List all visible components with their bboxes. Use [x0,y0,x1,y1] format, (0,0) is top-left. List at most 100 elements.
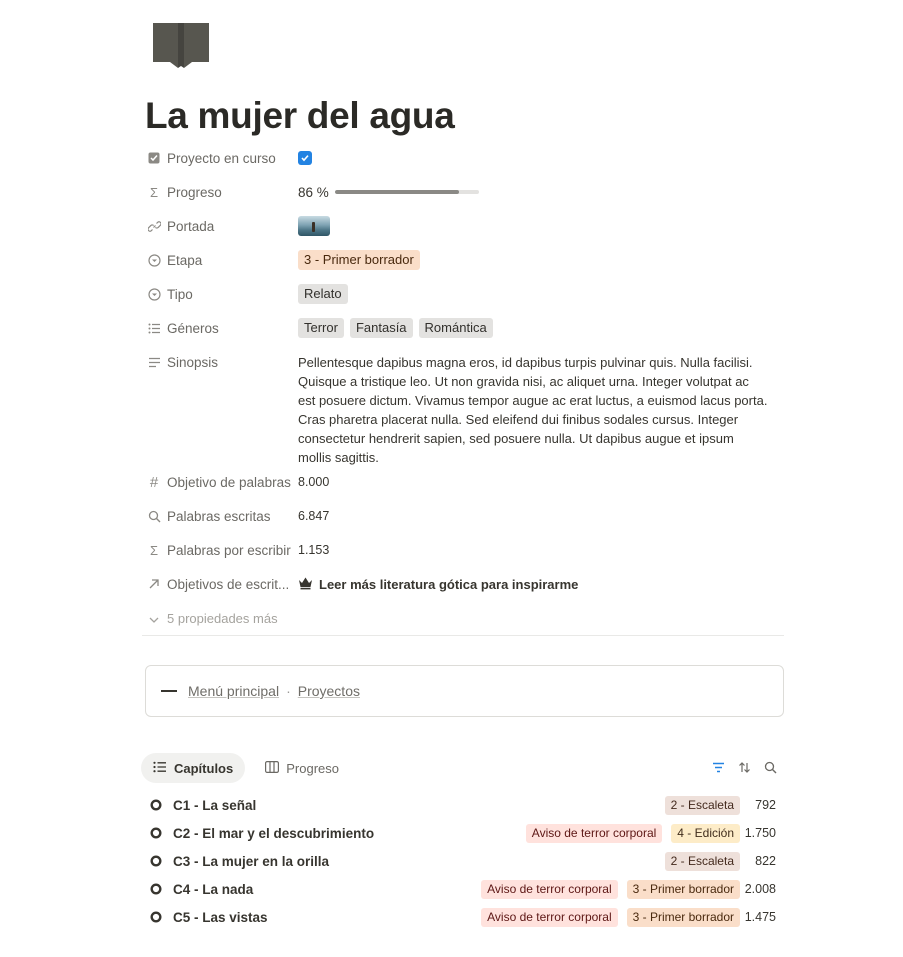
arrow-up-right-icon [147,577,161,591]
property-escritas: Palabras escritas 6.847 [145,501,785,535]
list-icon [147,321,161,335]
generos-tags[interactable]: Terror Fantasía Romántica [298,313,785,343]
chapter-tag: 3 - Primer borrador [626,907,740,927]
property-objetivos: Objetivos de escrit... Leer más literatu… [145,569,785,603]
etapa-tag[interactable]: 3 - Primer borrador [298,250,420,270]
progress-text: 86 % [298,184,329,200]
chapter-title[interactable]: C1 - La señal [173,798,656,813]
chapter-tag: Aviso de terror corporal [481,879,618,899]
chapter-tags: 2 - Escaleta [656,851,740,871]
property-label[interactable]: Géneros [145,313,298,343]
chapter-tags: Aviso de terror corporal 3 - Primer borra… [472,879,740,899]
genero-tag: Romántica [418,318,493,338]
chapter-tag: Aviso de terror corporal [525,823,663,843]
property-label[interactable]: Palabras escritas [145,501,298,531]
property-label[interactable]: Sinopsis [145,347,298,377]
link-menu-principal[interactable]: Menú principal [188,683,279,699]
chapter-word-count: 1.750 [744,826,776,840]
property-portada: Portada [145,211,785,245]
property-label[interactable]: Σ Palabras por escribir [145,535,298,565]
objetivo-link[interactable]: Leer más literatura gótica para inspirar… [298,576,578,593]
sigma-icon: Σ [149,542,159,558]
tab-progreso[interactable]: Progreso [253,753,351,783]
cover-thumbnail[interactable] [298,216,330,236]
property-label[interactable]: Portada [145,211,298,241]
chapter-title[interactable]: C3 - La mujer en la orilla [173,854,656,869]
chapter-row[interactable]: C5 - Las vistas Aviso de terror corporal 3… [150,903,776,931]
sinopsis-text[interactable]: Pellentesque dapibus magna eros, id dapi… [298,347,768,467]
property-generos: Géneros Terror Fantasía Romántica [145,313,785,347]
select-icon [147,287,161,301]
escritas-value[interactable]: 6.847 [298,509,329,523]
select-icon [147,253,161,267]
chapter-row[interactable]: C4 - La nada Aviso de terror corporal 3 - … [150,875,776,903]
chapter-word-count: 1.475 [744,910,776,924]
chapter-word-count: 792 [755,798,776,812]
separator: · [286,683,291,699]
property-progreso: Σ Progreso 86 % [145,177,785,211]
chapter-title[interactable]: C2 - El mar y el descubrimiento [173,826,517,841]
hash-icon: # [149,473,159,491]
property-label[interactable]: Objetivos de escrit... [145,569,298,599]
tipo-tag[interactable]: Relato [298,284,348,304]
board-icon [265,760,280,776]
chapter-tag: 4 - Edición [671,823,740,843]
progress-fill [334,190,459,194]
checkbox-icon [147,151,161,165]
property-proyecto: Proyecto en curso [145,143,785,177]
chapter-row[interactable]: C2 - El mar y el descubrimiento Aviso de … [150,819,776,847]
chapter-row[interactable]: C1 - La señal 2 - Escaleta 792 [150,791,776,819]
sort-icon[interactable] [737,760,751,774]
chapter-tags: Aviso de terror corporal 3 - Primer borra… [472,907,740,927]
book-icon[interactable] [150,20,212,70]
property-etapa: Etapa 3 - Primer borrador [145,245,785,279]
property-sinopsis: Sinopsis Pellentesque dapibus magna eros… [145,347,785,467]
progress-bar [334,190,479,194]
tab-capitulos[interactable]: Capítulos [141,753,246,783]
text-icon [147,355,161,369]
link-proyectos[interactable]: Proyectos [298,683,360,699]
list-icon [153,761,167,776]
chapter-word-count: 822 [755,854,776,868]
property-porescribir: Σ Palabras por escribir 1.153 [145,535,785,569]
chapter-status-icon [150,827,162,839]
property-label[interactable]: Proyecto en curso [145,143,298,173]
chapter-tags: Aviso de terror corporal 4 - Edición [517,823,740,843]
search-icon [147,509,161,523]
search-icon[interactable] [763,760,777,774]
properties-panel: Proyecto en curso Σ Progreso 86 % Portad… [145,143,785,633]
chapter-tag: 2 - Escaleta [664,851,740,871]
progress-value[interactable]: 86 % [298,185,479,200]
crown-icon [298,576,313,593]
breadcrumb-callout: Menú principal · Proyectos [145,665,784,717]
objetivo-value[interactable]: 8.000 [298,475,329,489]
chapter-list: C1 - La señal 2 - Escaleta 792 C2 - El mar … [150,791,776,931]
property-label[interactable]: Etapa [145,245,298,275]
chapter-tag: 2 - Escaleta [664,795,740,815]
genero-tag: Fantasía [349,318,413,338]
chapter-status-icon [150,911,162,923]
chapter-title[interactable]: C4 - La nada [173,882,472,897]
view-tabs: Capítulos Progreso [141,753,351,783]
filter-icon[interactable] [711,760,725,774]
page-title[interactable]: La mujer del agua [145,95,455,137]
genero-tag: Terror [298,318,344,338]
chapter-title[interactable]: C5 - Las vistas [173,910,472,925]
property-label[interactable]: Tipo [145,279,298,309]
proyecto-checkbox[interactable] [298,151,312,165]
chapter-status-icon [150,855,162,867]
more-properties-toggle[interactable]: 5 propiedades más [145,603,785,633]
chapter-row[interactable]: C3 - La mujer en la orilla 2 - Escaleta 82… [150,847,776,875]
property-tipo: Tipo Relato [145,279,785,313]
divider [142,635,784,636]
property-objetivo: # Objetivo de palabras 8.000 [145,467,785,501]
property-label[interactable]: Σ Progreso [145,177,298,207]
chapter-tag: Aviso de terror corporal [481,907,618,927]
chapter-status-icon [150,799,162,811]
chevron-down-icon [149,611,159,626]
porescribir-value[interactable]: 1.153 [298,543,329,557]
chapter-word-count: 2.008 [744,882,776,896]
chapter-status-icon [150,883,162,895]
chapter-tag: 3 - Primer borrador [626,879,740,899]
property-label[interactable]: # Objetivo de palabras [145,467,298,497]
